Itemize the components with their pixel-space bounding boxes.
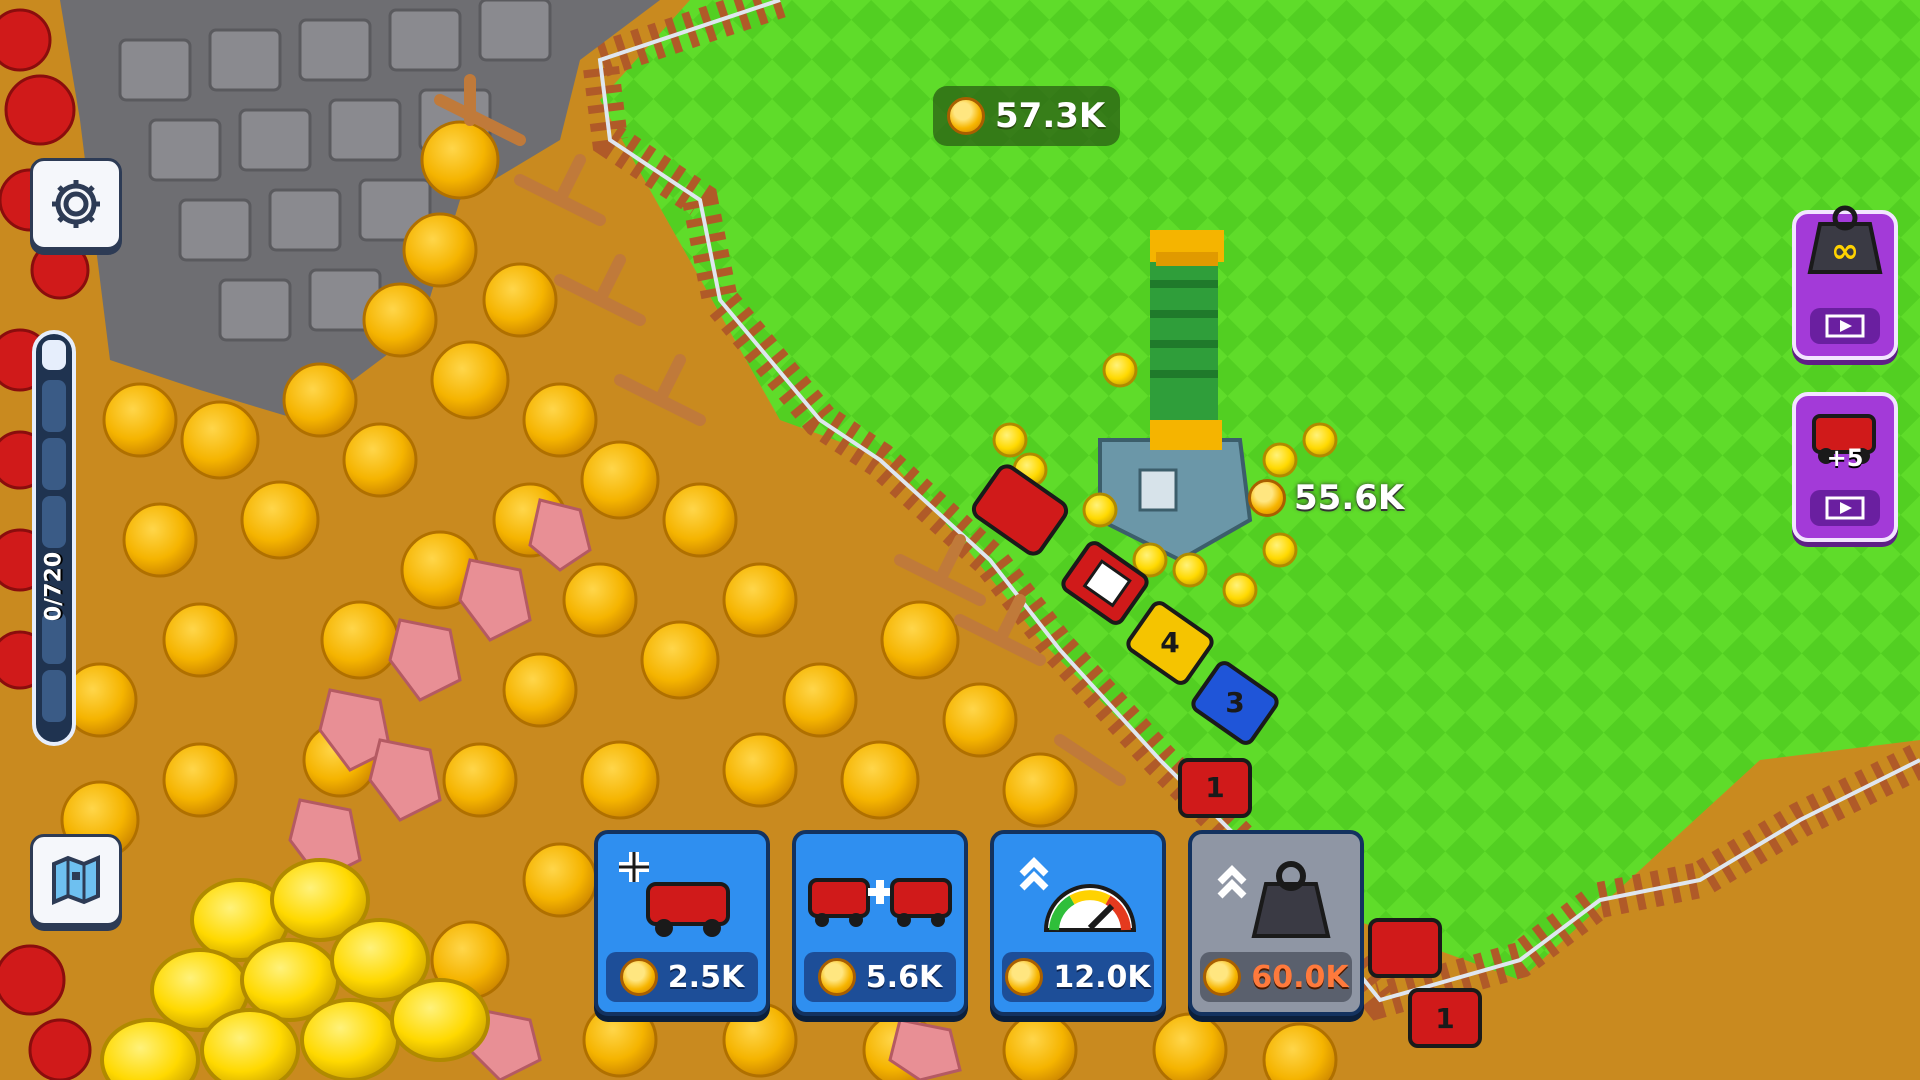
wagon-number: 1	[1435, 1002, 1454, 1035]
wagon-number: 3	[1225, 686, 1244, 719]
wagon-number: 1	[1205, 771, 1224, 804]
svg-text:∞: ∞	[1831, 231, 1859, 271]
coin-balance-value: 57.3K	[995, 96, 1106, 136]
add-wagons-label: +5	[1826, 444, 1864, 472]
infinite-capacity-ad-button[interactable]: ∞	[1792, 205, 1898, 360]
video-ad-icon	[1810, 308, 1880, 344]
gear-icon	[52, 180, 100, 228]
price-value: 2.5K	[667, 959, 745, 995]
coin-icon	[1248, 479, 1286, 517]
price-tag: 2.5K	[606, 952, 758, 1002]
map-icon	[52, 854, 100, 906]
price-value: 60.0K	[1251, 959, 1349, 995]
coin-icon	[817, 958, 856, 996]
speedometer-icon	[1019, 857, 1137, 932]
coin-icon	[1005, 958, 1044, 996]
speed-upgrade-button[interactable]: 12.0K	[990, 830, 1166, 1016]
weight-icon	[42, 340, 66, 370]
coin-icon	[947, 97, 985, 135]
income-popup-value: 55.6K	[1294, 478, 1405, 518]
price-tag: 12.0K	[1002, 952, 1154, 1002]
wagon-number: 4	[1160, 626, 1179, 659]
add-wagon-button[interactable]: 2.5K	[594, 830, 770, 1016]
infinity-weight-icon: ∞	[1807, 205, 1883, 274]
cargo-capacity-bar: 0/720	[32, 330, 76, 746]
video-ad-icon	[1810, 490, 1880, 526]
add-wagons-ad-button[interactable]: +5	[1792, 392, 1898, 542]
map-button[interactable]	[30, 834, 122, 926]
weight-upgrade-icon	[1217, 861, 1331, 938]
merge-wagons-button[interactable]: 5.6K	[792, 830, 968, 1016]
capacity-upgrade-button[interactable]: 60.0K	[1188, 830, 1364, 1016]
merge-wagons-icon	[808, 878, 952, 927]
price-value: 5.6K	[865, 959, 943, 995]
price-value: 12.0K	[1053, 959, 1151, 995]
price-tag: 5.6K	[804, 952, 956, 1002]
coin-icon	[619, 958, 658, 996]
income-popup: 55.6K	[1248, 478, 1404, 518]
add-wagon-icon	[619, 852, 730, 937]
coin-balance-display: 57.3K	[933, 86, 1120, 146]
capacity-label: 0/720	[41, 551, 67, 622]
coin-icon	[1203, 958, 1242, 996]
price-tag: 60.0K	[1200, 952, 1352, 1002]
settings-button[interactable]	[30, 158, 122, 250]
